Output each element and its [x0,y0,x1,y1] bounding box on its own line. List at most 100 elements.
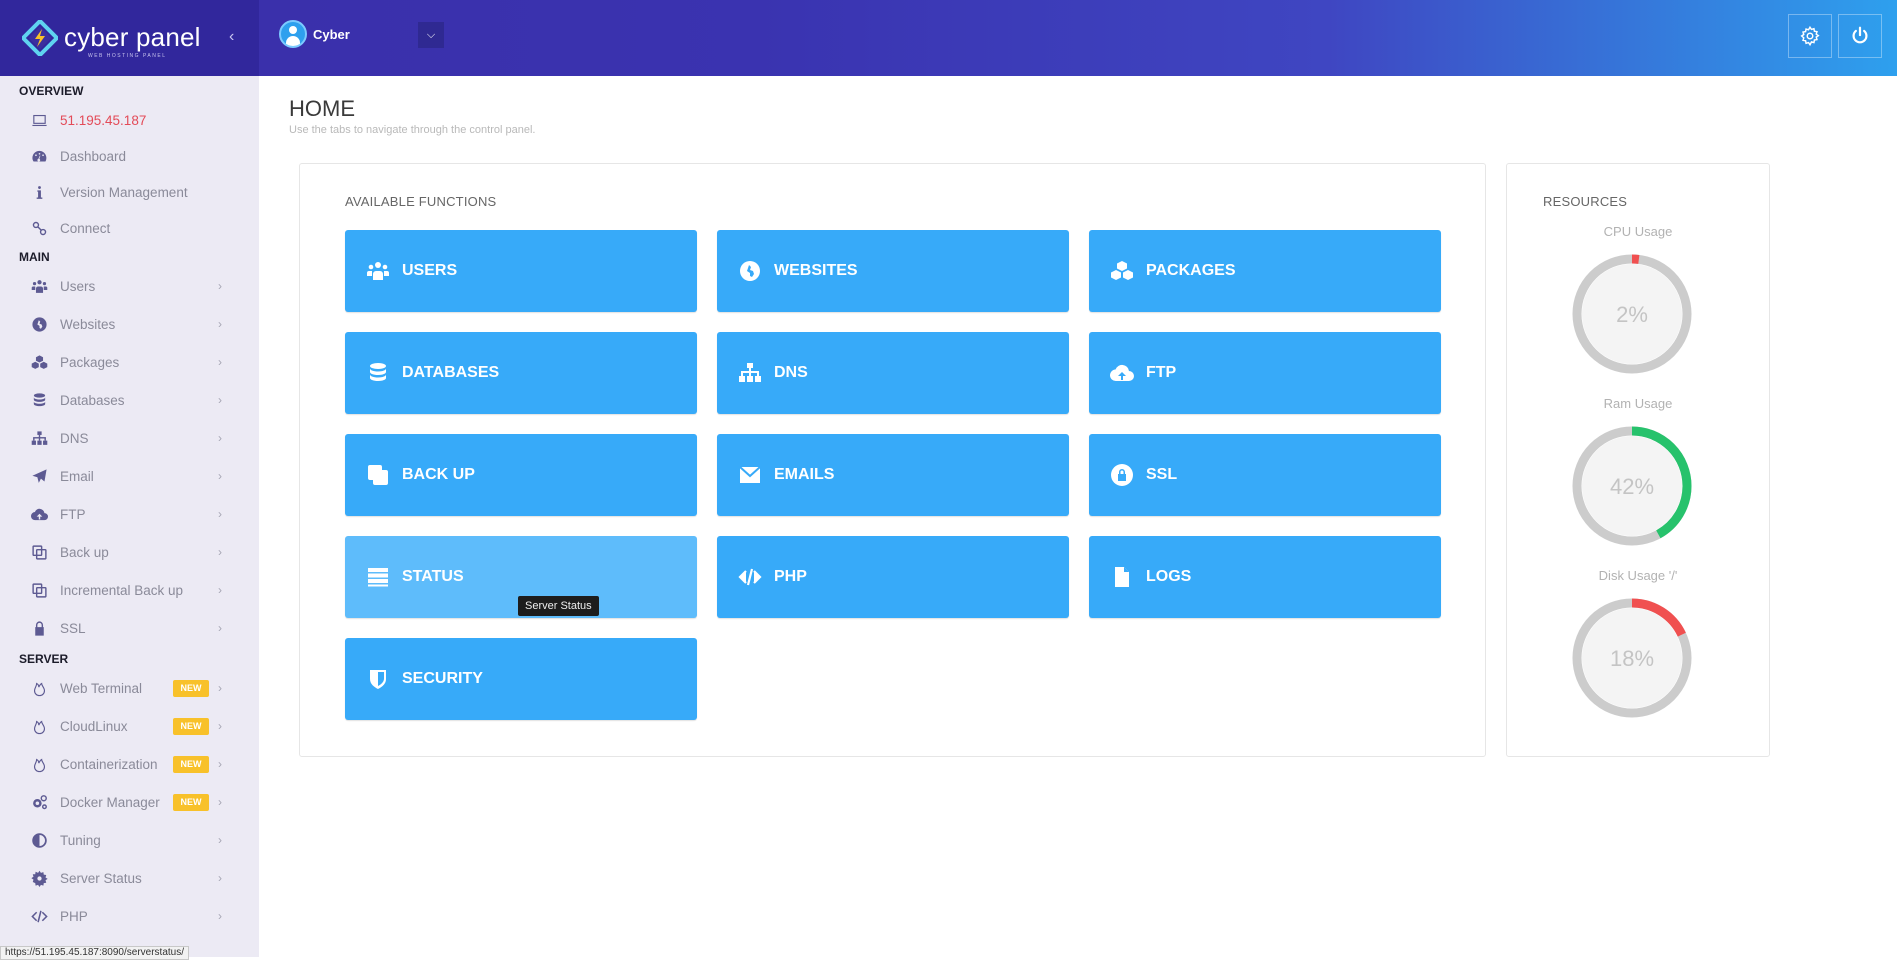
function-tile-label: PACKAGES [1146,262,1236,279]
function-tile-php[interactable]: PHP [717,536,1069,618]
sidebar-item-label: Server Status [60,870,142,886]
function-tile-security[interactable]: SECURITY [345,638,697,720]
new-badge: NEW [173,755,209,773]
chevron-right-icon: › [218,279,222,293]
sidebar-item-label: Incremental Back up [60,582,184,598]
tooltip: Server Status [518,596,599,616]
sidebar-item-tuning[interactable]: Tuning › [0,826,259,854]
sidebar-item-websites[interactable]: Websites › [0,310,259,338]
new-badge: NEW [173,793,209,811]
brand-area: cyber panel WEB HOSTING PANEL ‹ [0,0,259,76]
sidebar-item-server-status[interactable]: Server Status › [0,864,259,892]
sidebar-item-back-up[interactable]: Back up › [0,538,259,566]
gauge-cpu: 2% [1572,254,1692,374]
function-tile-emails[interactable]: EMAILS [717,434,1069,516]
function-tile-label: SECURITY [402,670,483,687]
fire-icon [29,754,49,774]
sidebar-item-containerization[interactable]: Containerization NEW › [0,750,259,778]
chevron-right-icon: › [218,621,222,635]
sidebar-item-label: Dashboard [60,148,127,164]
function-tile-packages[interactable]: PACKAGES [1089,230,1441,312]
gauge-label: CPU Usage [1603,224,1673,239]
cubes-icon [29,352,49,372]
cogs-icon [29,792,49,812]
users-icon [365,258,391,284]
link-icon [29,218,49,238]
sidebar-item-51-195-45-187[interactable]: 51.195.45.187 [0,106,259,134]
chevron-right-icon: › [218,355,222,369]
resources-title: RESOURCES [1543,194,1628,209]
sidebar-item-ssl[interactable]: SSL › [0,614,259,642]
sidebar-item-label: Tuning [60,832,101,848]
function-tile-back-up[interactable]: BACK UP [345,434,697,516]
function-tile-users[interactable]: USERS [345,230,697,312]
sidebar-item-version-management[interactable]: Version Management [0,178,259,206]
user-name: Cyber [313,26,350,42]
lock-icon [1109,462,1135,488]
globe-icon [737,258,763,284]
function-tile-websites[interactable]: WEBSITES [717,230,1069,312]
gauge-disk: 18% [1572,598,1692,718]
function-tile-databases[interactable]: DATABASES [345,332,697,414]
sidebar-item-label: Connect [60,220,111,236]
sidebar-item-docker-manager[interactable]: Docker Manager NEW › [0,788,259,816]
chevron-right-icon: › [218,469,222,483]
file-icon [1109,564,1135,590]
sidebar-item-connect[interactable]: Connect [0,214,259,242]
function-tile-label: USERS [402,262,458,279]
info-icon [29,182,49,202]
sidebar-item-label: Back up [60,544,109,560]
logo-icon [22,20,58,56]
gauge-value-text: 2% [1616,302,1648,327]
sidebar-item-packages[interactable]: Packages › [0,348,259,376]
copy-icon [365,462,391,488]
sidebar-item-ftp[interactable]: FTP › [0,500,259,528]
sidebar-item-web-terminal[interactable]: Web Terminal NEW › [0,674,259,702]
sidebar-section-overview: OVERVIEW [19,84,84,98]
chevron-right-icon: › [218,833,222,847]
new-badge: NEW [173,717,209,735]
sidebar-item-cloudlinux[interactable]: CloudLinux NEW › [0,712,259,740]
function-tile-label: SSL [1146,466,1178,483]
sidebar-item-databases[interactable]: Databases › [0,386,259,414]
function-tile-logs[interactable]: LOGS [1089,536,1441,618]
page-subtitle: Use the tabs to navigate through the con… [289,124,536,136]
sidebar-item-incremental-back-up[interactable]: Incremental Back up › [0,576,259,604]
function-tile-dns[interactable]: DNS [717,332,1069,414]
adjust-icon [29,830,49,850]
function-tile-ftp[interactable]: FTP [1089,332,1441,414]
gauge-value-text: 18% [1610,646,1654,671]
function-tile-ssl[interactable]: SSL [1089,434,1441,516]
cloud-upload-icon [29,504,49,524]
chevron-left-icon[interactable]: ‹ [229,28,234,46]
laptop-icon [29,110,49,130]
gauge-value-text: 42% [1610,474,1654,499]
function-tile-label: BACK UP [402,466,475,483]
avatar [279,20,307,48]
sidebar-item-label: 51.195.45.187 [60,112,147,128]
user-dropdown-button[interactable]: ⌵ [418,22,444,48]
users-icon [29,276,49,296]
sidebar-item-dashboard[interactable]: Dashboard [0,142,259,170]
sidebar-item-email[interactable]: Email › [0,462,259,490]
function-tile-label: PHP [774,568,807,585]
shield-icon [365,666,391,692]
sidebar: OVERVIEW 51.195.45.187 Dashboard Version Ma… [0,76,259,957]
cloud-upload-icon [1109,360,1135,386]
sidebar-item-dns[interactable]: DNS › [0,424,259,452]
globe-icon [29,314,49,334]
power-button[interactable] [1838,14,1882,58]
sidebar-item-php[interactable]: PHP › [0,902,259,930]
sidebar-item-users[interactable]: Users › [0,272,259,300]
settings-button[interactable] [1788,14,1832,58]
chevron-right-icon: › [218,871,222,885]
logo-subtitle: WEB HOSTING PANEL [88,53,167,59]
database-icon [365,360,391,386]
user-menu[interactable]: Cyber [279,20,350,48]
function-tile-label: DNS [774,364,808,381]
copy-icon [29,542,49,562]
fire-icon [29,678,49,698]
function-tile-label: EMAILS [774,466,835,483]
sidebar-item-label: Web Terminal [60,680,143,696]
chevron-right-icon: › [218,795,222,809]
